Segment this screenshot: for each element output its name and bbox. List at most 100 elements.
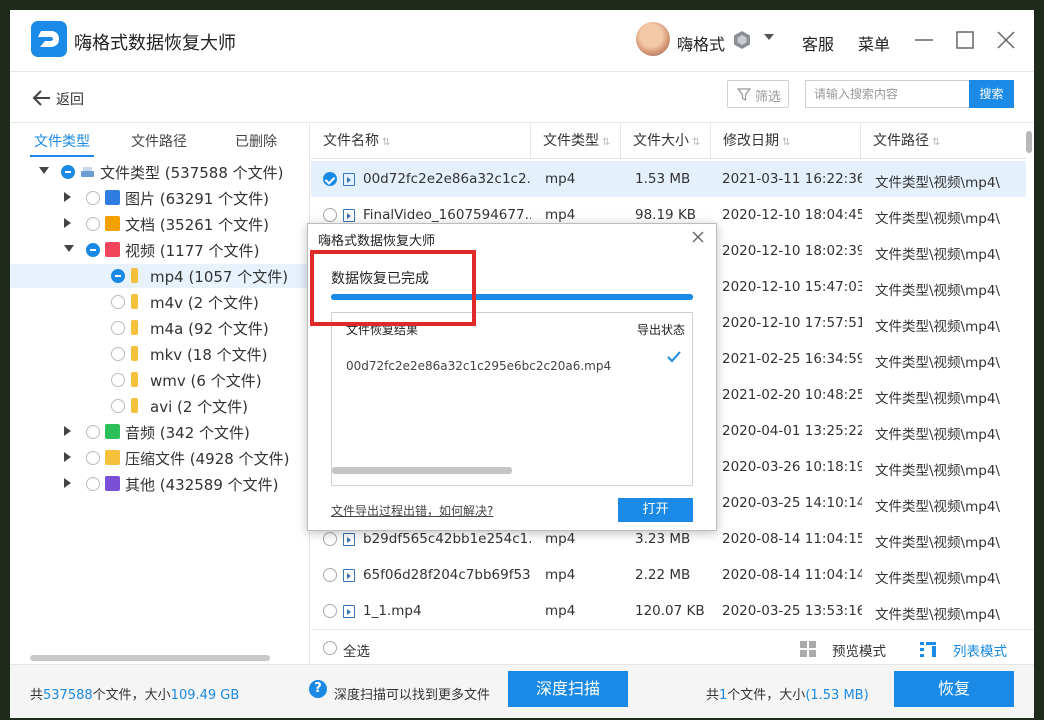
tab-file-type[interactable]: 文件类型 [34,131,90,151]
tree-item-m4v[interactable]: m4v (2 个文件) [10,290,310,314]
export-error-help-link[interactable]: 文件导出过程出错，如何解决? [331,502,493,519]
vertical-scrollbar[interactable] [1026,131,1032,153]
search-input[interactable] [805,80,970,108]
row-checkbox[interactable] [323,532,337,546]
menu-link[interactable]: 菜单 [858,31,890,55]
file-type-cell: mp4 [545,171,576,187]
recover-button[interactable]: 恢复 [894,671,1014,707]
tree-label: mp4 (1057 个文件) [150,268,289,286]
column-header-size[interactable]: 文件大小 ⇅ [621,123,711,159]
select-all-checkbox[interactable] [323,641,337,655]
user-menu-chevron-down-icon[interactable] [764,34,774,40]
checkbox[interactable] [111,399,125,413]
tree-item-wmv[interactable]: wmv (6 个文件) [10,368,310,392]
preview-mode-button[interactable]: 预览模式 [832,640,886,660]
dialog-close-icon[interactable] [688,227,708,247]
archive-icon [105,450,120,465]
filter-button[interactable]: 筛选 [727,80,789,108]
username[interactable]: 嗨格式 [677,31,725,55]
tree-label: mkv (18 个文件) [150,346,268,364]
checkbox[interactable] [86,451,100,465]
select-all-label[interactable]: 全选 [343,640,370,660]
preview-mode-icon[interactable] [800,641,816,657]
checkbox[interactable] [111,321,125,335]
result-horizontal-scrollbar[interactable] [332,467,512,474]
close-icon[interactable] [994,28,1018,52]
tree-item-mp4[interactable]: mp4 (1057 个文件) [10,264,310,288]
search-button[interactable]: 搜索 [969,80,1014,108]
file-date-cell: 2020-12-10 18:02:39 [722,243,862,259]
maximize-icon[interactable] [953,28,977,52]
document-icon [105,216,120,231]
folder-icon [131,320,138,335]
tree-item-avi[interactable]: avi (2 个文件) [10,394,310,418]
file-date-cell: 2020-12-10 15:47:03 [722,279,862,295]
tree-item-videos[interactable]: 视频 (1177 个文件) [10,238,310,262]
list-mode-button[interactable]: 列表模式 [953,640,1007,660]
checkbox[interactable] [111,269,125,283]
tree-item-audio[interactable]: 音频 (342 个文件) [10,420,310,444]
expand-icon[interactable] [64,452,71,462]
tree-item-images[interactable]: 图片 (63291 个文件) [10,186,310,210]
checkbox[interactable] [61,165,75,179]
column-header-name[interactable]: 文件名称 ⇅ [311,123,531,159]
vip-badge-icon [734,31,750,49]
tree-item-m4a[interactable]: m4a (92 个文件) [10,316,310,340]
tree-item-archives[interactable]: 压缩文件 (4928 个文件) [10,446,310,470]
file-date-cell: 2021-02-20 10:48:25 [722,387,862,403]
column-header-date[interactable]: 修改日期 ⇅ [711,123,861,159]
checkbox[interactable] [86,477,100,491]
list-mode-icon[interactable] [920,641,936,657]
row-checkbox[interactable] [323,568,337,582]
row-checkbox[interactable] [323,172,337,186]
total-file-count: 537588 [43,688,93,703]
checkbox[interactable] [86,425,100,439]
table-row[interactable]: 1_1.mp4 mp4 120.07 KB 2020-03-25 13:53:16 文件… [311,593,1026,629]
tree-item-other[interactable]: 其他 (432589 个文件) [10,472,310,496]
summary-prefix: 共 [30,688,44,703]
tree-item-all-types[interactable]: 文件类型 (537588 个文件) [10,160,310,184]
tree-label: 文档 (35261 个文件) [125,216,269,234]
minimize-icon[interactable] [912,28,936,52]
tree-item-mkv[interactable]: mkv (18 个文件) [10,342,310,366]
row-checkbox[interactable] [323,208,337,222]
file-path-cell: 文件类型\视频\mp4\ [875,283,1000,299]
table-row[interactable]: 00d72fc2e2e86a32c1c2... mp4 1.53 MB 2021-03… [311,161,1026,197]
filter-icon [737,88,751,101]
row-checkbox[interactable] [323,604,337,618]
deep-scan-button[interactable]: 深度扫描 [508,671,628,707]
expand-icon[interactable] [64,478,71,488]
tab-deleted[interactable]: 已删除 [235,131,277,151]
horizontal-scrollbar[interactable] [30,655,270,661]
customer-service-link[interactable]: 客服 [802,31,834,55]
open-button[interactable]: 打开 [618,498,693,522]
audio-icon [105,424,120,439]
checkbox[interactable] [86,243,100,257]
file-size-cell: 120.07 KB [635,603,705,619]
avatar[interactable] [636,22,670,56]
expand-icon[interactable] [64,426,71,436]
file-date-cell: 2020-03-25 13:53:16 [722,603,862,619]
dialog-title: 嗨格式数据恢复大师 [318,234,436,249]
column-header-type[interactable]: 文件类型 ⇅ [531,123,621,159]
expand-icon[interactable] [64,218,71,228]
collapse-icon[interactable] [64,245,74,252]
total-size: 109.49 GB [170,688,240,703]
help-icon[interactable]: ? [309,680,327,698]
summary-prefix: 共 [706,688,720,703]
checkbox[interactable] [111,295,125,309]
tab-file-path[interactable]: 文件路径 [131,131,187,151]
checkbox[interactable] [86,217,100,231]
tree-item-documents[interactable]: 文档 (35261 个文件) [10,212,310,236]
filter-label: 筛选 [755,90,782,105]
checkbox[interactable] [111,373,125,387]
folder-icon [131,294,138,309]
status-bar: 共537588个文件，大小109.49 GB ? 深度扫描可以找到更多文件 深度… [10,664,1034,718]
selected-summary: 共1个文件，大小(1.53 MB) [706,684,869,703]
checkbox[interactable] [111,347,125,361]
column-header-path[interactable]: 文件路径 ⇅ [861,123,1026,159]
expand-icon[interactable] [39,167,49,174]
table-row[interactable]: 65f06d28f204c7bb69f53... mp4 2.22 MB 2020-0… [311,557,1026,593]
checkbox[interactable] [86,191,100,205]
expand-icon[interactable] [64,192,71,202]
